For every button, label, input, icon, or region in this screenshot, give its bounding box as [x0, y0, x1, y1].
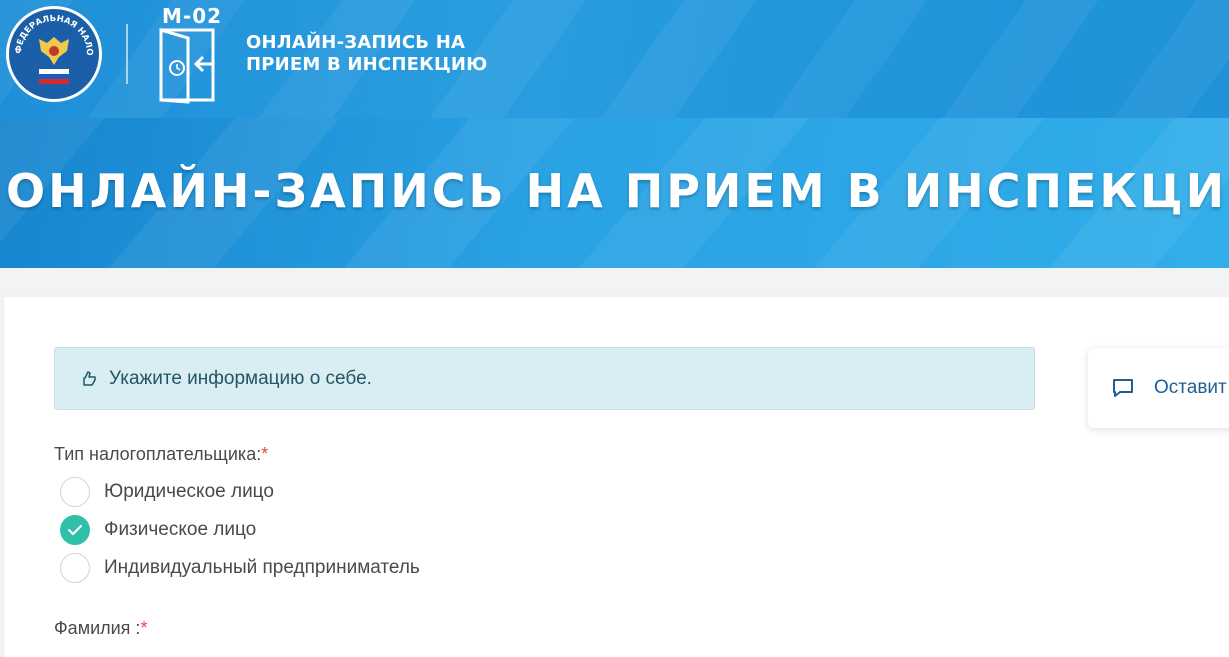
- radio-label: Индивидуальный предприниматель: [104, 557, 420, 578]
- info-alert: Укажите информацию о себе.: [54, 347, 1035, 410]
- service-name-line2: ПРИЕМ В ИНСПЕКЦИЮ: [246, 54, 488, 75]
- radio-legal-entity[interactable]: Юридическое лицо: [60, 477, 274, 507]
- required-mark: *: [261, 444, 269, 464]
- required-mark: *: [140, 618, 148, 638]
- fns-emblem-icon[interactable]: ФЕДЕРАЛЬНАЯ НАЛОГОВАЯ СЛУЖБА: [6, 6, 102, 102]
- page-banner: ОНЛАЙН-ЗАПИСЬ НА ПРИЕМ В ИНСПЕКЦИЮ: [0, 118, 1229, 268]
- surname-label-text: Фамилия :: [54, 618, 141, 638]
- radio-individual[interactable]: Физическое лицо: [60, 515, 256, 545]
- service-name: ОНЛАЙН-ЗАПИСЬ НА ПРИЕМ В ИНСПЕКЦИЮ: [246, 32, 506, 76]
- page-title: ОНЛАЙН-ЗАПИСЬ НА ПРИЕМ В ИНСПЕКЦИЮ: [6, 164, 1229, 218]
- door-entry-icon: [158, 27, 218, 109]
- surname-label: Фамилия :*: [54, 618, 147, 639]
- radio-label: Юридическое лицо: [104, 481, 274, 502]
- header-divider: [126, 24, 128, 84]
- service-code: М-02: [162, 4, 223, 28]
- checkmark-icon: [67, 524, 83, 536]
- hand-pointing-icon: [81, 370, 103, 388]
- radio-label: Физическое лицо: [104, 519, 257, 540]
- radio-circle-checked[interactable]: [60, 515, 90, 545]
- site-header: ФЕДЕРАЛЬНАЯ НАЛОГОВАЯ СЛУЖБА М-02 ОНЛАЙН…: [0, 0, 1229, 118]
- radio-sole-proprietor[interactable]: Индивидуальный предприниматель: [60, 553, 420, 583]
- taxpayer-type-label-text: Тип налогоплательщика:: [54, 444, 262, 464]
- info-alert-text: Укажите информацию о себе.: [109, 367, 372, 389]
- feedback-label: Оставит: [1154, 377, 1227, 398]
- service-name-line1: ОНЛАЙН-ЗАПИСЬ НА: [246, 32, 466, 53]
- radio-circle[interactable]: [60, 553, 90, 583]
- taxpayer-type-label: Тип налогоплательщика:*: [54, 444, 268, 465]
- radio-circle[interactable]: [60, 477, 90, 507]
- chat-bubble-icon: [1112, 378, 1134, 398]
- feedback-button[interactable]: Оставит: [1088, 348, 1229, 428]
